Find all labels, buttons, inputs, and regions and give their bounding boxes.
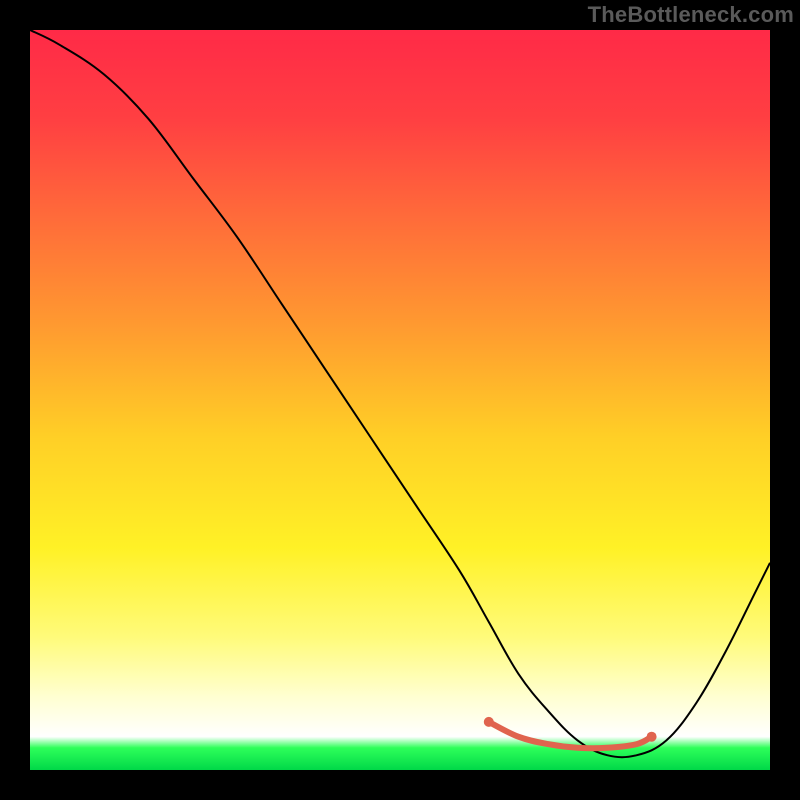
plot-area bbox=[30, 30, 770, 770]
watermark-text: TheBottleneck.com bbox=[588, 2, 794, 28]
bottleneck-curve bbox=[30, 30, 770, 757]
chart-container: TheBottleneck.com bbox=[0, 0, 800, 800]
curve-layer bbox=[30, 30, 770, 770]
highlight-start-dot bbox=[484, 717, 494, 727]
highlight-end-dot bbox=[647, 732, 657, 742]
